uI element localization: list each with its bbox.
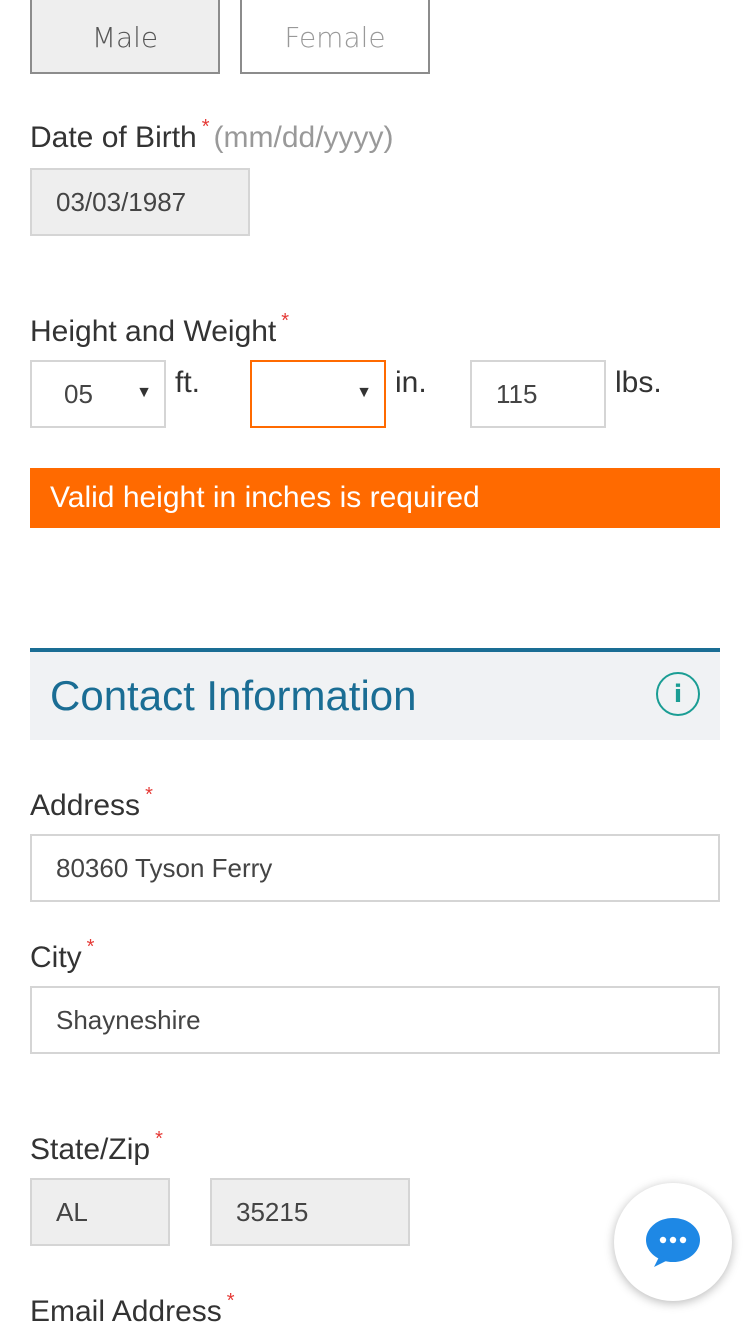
height-feet-select[interactable]: 05 ▼: [30, 360, 166, 428]
contact-section-header: Contact Information i: [30, 648, 720, 740]
gender-female-button[interactable]: Female: [240, 0, 430, 74]
address-field[interactable]: 80360 Tyson Ferry: [30, 834, 720, 902]
height-weight-label: Height and Weight: [30, 315, 277, 348]
required-marker: *: [155, 1128, 163, 1150]
height-weight-label-row: Height and Weight *: [30, 310, 289, 349]
chat-button[interactable]: [614, 1183, 732, 1301]
height-inches-select[interactable]: ▼: [250, 360, 386, 428]
city-field[interactable]: Shayneshire: [30, 986, 720, 1054]
gender-male-button[interactable]: Male: [30, 0, 220, 74]
email-label: Email Address: [30, 1295, 222, 1328]
feet-unit: ft.: [175, 366, 201, 399]
email-label-row: Email Address *: [30, 1290, 235, 1329]
weight-unit: lbs.: [615, 366, 662, 399]
required-marker: *: [226, 1290, 235, 1312]
dob-label-row: Date of Birth * (mm/dd/yyyy): [30, 116, 394, 155]
caret-down-icon: ▼: [356, 384, 372, 401]
dob-label: Date of Birth: [30, 121, 197, 154]
state-field[interactable]: AL: [30, 1178, 170, 1246]
chat-bubble-icon: [646, 1218, 700, 1267]
height-error-message: Valid height in inches is required: [30, 468, 720, 528]
contact-section-title: Contact Information: [50, 672, 417, 719]
zip-field[interactable]: 35215: [210, 1178, 410, 1246]
weight-field[interactable]: 115: [470, 360, 606, 428]
height-feet-value: 05: [64, 378, 93, 409]
required-marker: *: [201, 116, 210, 138]
dob-field[interactable]: 03/03/1987: [30, 168, 250, 236]
state-zip-label-row: State/Zip *: [30, 1128, 163, 1167]
city-label-row: City *: [30, 936, 94, 975]
state-zip-label: State/Zip: [30, 1133, 151, 1166]
address-label: Address: [30, 789, 141, 822]
address-label-row: Address *: [30, 784, 153, 823]
city-label: City: [30, 941, 82, 974]
info-icon[interactable]: i: [656, 672, 700, 716]
required-marker: *: [281, 310, 290, 332]
dob-format-hint: (mm/dd/yyyy): [213, 121, 394, 154]
required-marker: *: [86, 936, 95, 958]
caret-down-icon: ▼: [136, 384, 152, 401]
inches-unit: in.: [395, 366, 427, 399]
required-marker: *: [145, 784, 153, 806]
